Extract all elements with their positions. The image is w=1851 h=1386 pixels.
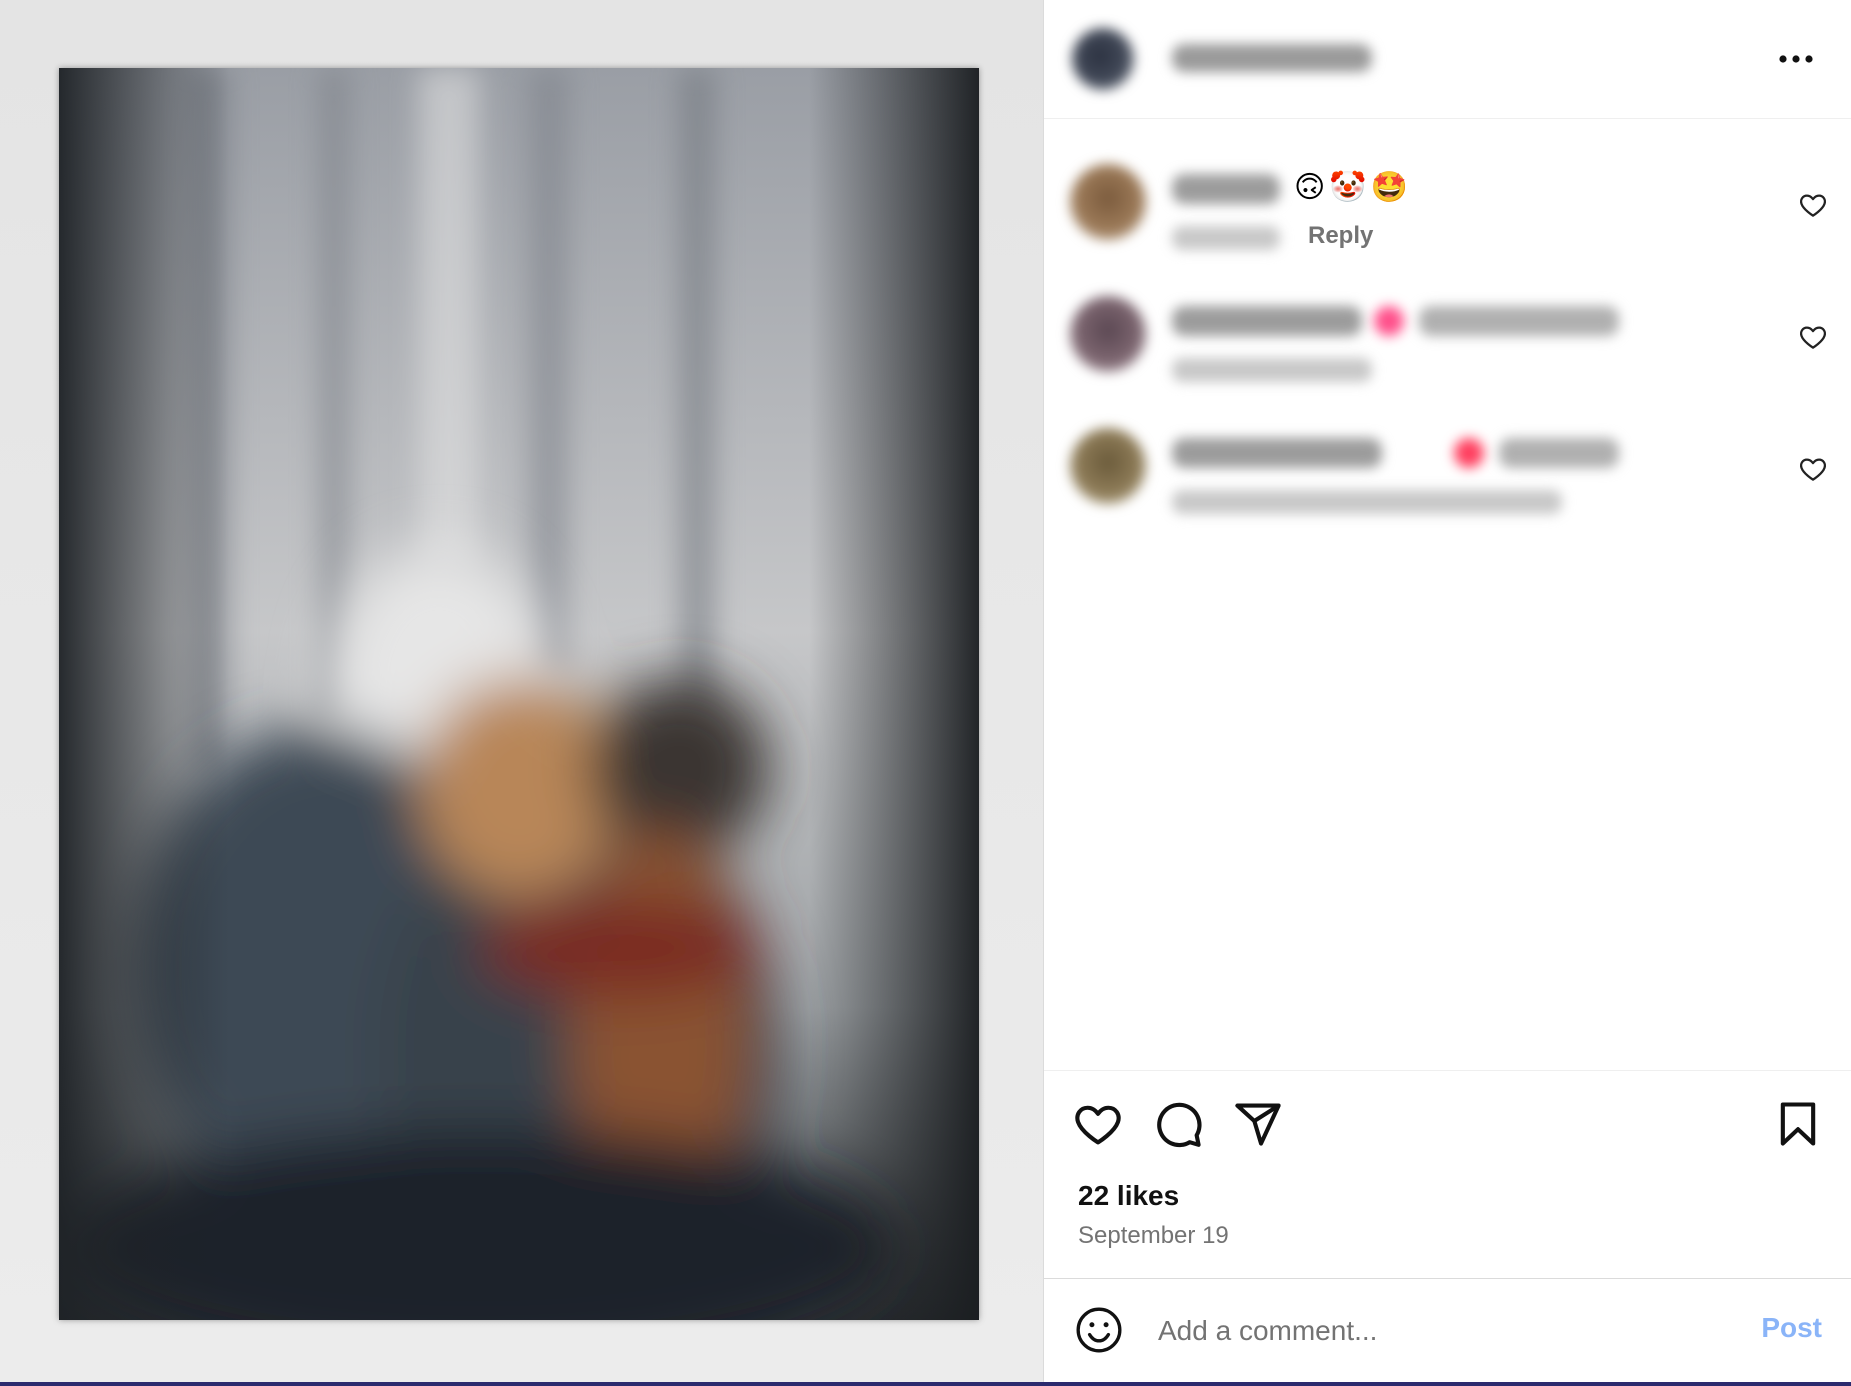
post-header	[1044, 0, 1851, 119]
post-photo[interactable]	[59, 68, 979, 1320]
comment-meta-redacted	[1172, 490, 1562, 514]
post-media-pane	[0, 0, 1043, 1386]
comment-text: 🙃🤡🤩	[1294, 170, 1412, 205]
blurred-photo-image	[59, 68, 979, 1320]
heart-outline-icon[interactable]	[1798, 190, 1828, 220]
comment-text-redacted	[1172, 306, 1362, 336]
comment-item	[1044, 418, 1851, 538]
reply-button[interactable]: Reply	[1308, 222, 1373, 250]
comment-meta-redacted	[1172, 358, 1372, 382]
commenter-username-redacted[interactable]	[1172, 174, 1280, 204]
post-date[interactable]: September 19	[1078, 1222, 1229, 1250]
heart-emoji-redacted	[1374, 306, 1404, 336]
author-username-redacted[interactable]	[1172, 44, 1372, 72]
composer-divider	[1044, 1278, 1851, 1279]
author-avatar[interactable]	[1072, 28, 1134, 90]
commenter-avatar[interactable]	[1070, 428, 1146, 504]
comment-meta-redacted	[1172, 226, 1280, 250]
more-options-icon[interactable]	[1776, 42, 1816, 76]
post-side-panel: 🙃🤡🤩 Reply 22 likes September 19 Add a co…	[1043, 0, 1851, 1386]
save-icon[interactable]	[1772, 1098, 1824, 1150]
comment-input[interactable]	[1156, 1306, 1720, 1356]
commenter-avatar[interactable]	[1070, 296, 1146, 372]
commenter-avatar[interactable]	[1070, 164, 1146, 240]
comment-item: 🙃🤡🤩 Reply	[1044, 154, 1851, 274]
emoji-smiley-icon[interactable]	[1074, 1305, 1124, 1355]
actions-divider	[1044, 1070, 1851, 1071]
heart-outline-icon[interactable]	[1798, 454, 1828, 484]
taskbar-edge	[0, 1382, 1851, 1386]
comment-icon[interactable]	[1152, 1098, 1204, 1150]
post-comment-button[interactable]: Post	[1761, 1312, 1822, 1344]
like-icon[interactable]	[1072, 1098, 1124, 1150]
share-icon[interactable]	[1232, 1098, 1284, 1150]
heart-emoji-redacted	[1454, 438, 1484, 468]
comment-item	[1044, 286, 1851, 406]
comment-text-redacted	[1172, 438, 1382, 468]
comment-text-redacted	[1499, 438, 1619, 468]
likes-count[interactable]: 22 likes	[1078, 1180, 1179, 1212]
heart-outline-icon[interactable]	[1798, 322, 1828, 352]
comment-text-redacted	[1419, 306, 1619, 336]
